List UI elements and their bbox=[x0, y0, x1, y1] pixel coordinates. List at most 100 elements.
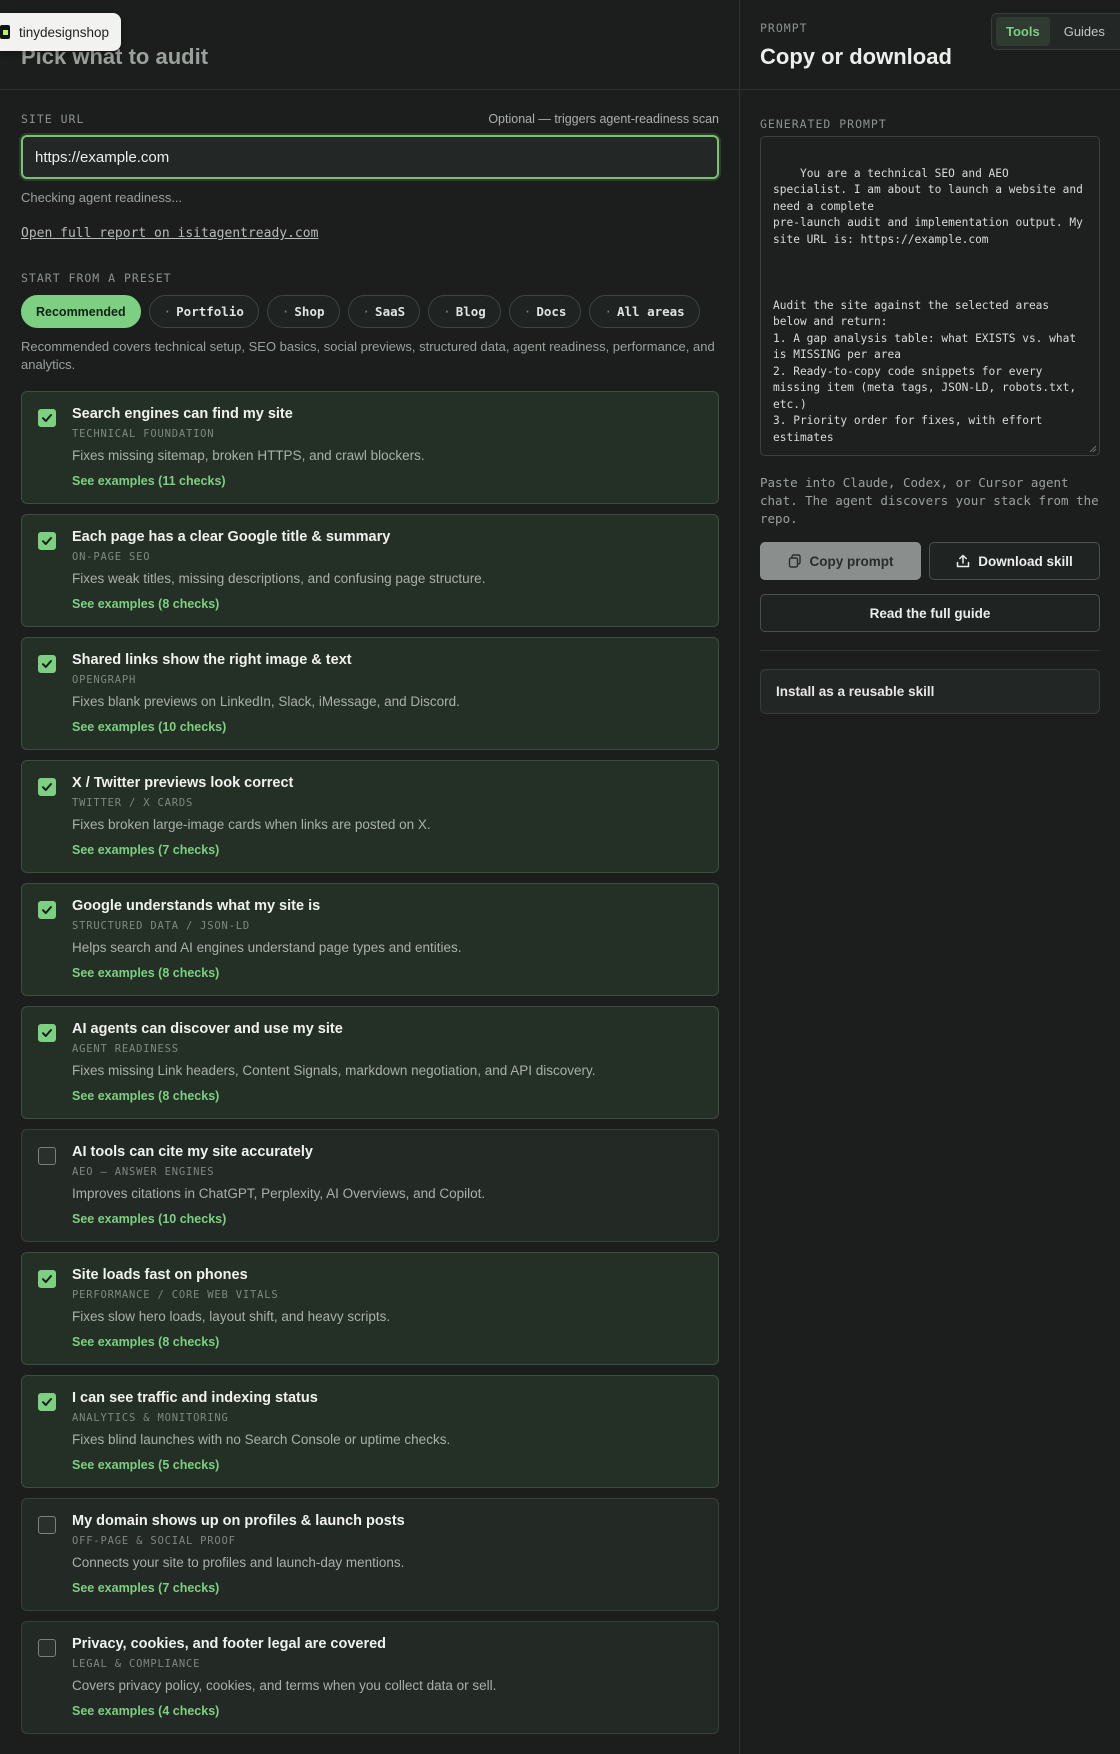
area-checkbox[interactable] bbox=[38, 409, 56, 427]
area-examples-link[interactable]: See examples (4 checks) bbox=[72, 1704, 219, 1718]
area-description: Connects your site to profiles and launc… bbox=[72, 1555, 405, 1570]
audit-area-card[interactable]: Each page has a clear Google title & sum… bbox=[21, 514, 719, 627]
full-report-link[interactable]: Open full report on isitagentready.com bbox=[21, 226, 318, 241]
area-category: AGENT READINESS bbox=[72, 1043, 179, 1055]
copy-prompt-button[interactable]: Copy prompt bbox=[760, 542, 921, 580]
site-url-label: SITE URL bbox=[21, 112, 85, 126]
preset-chip-label: Blog bbox=[455, 304, 486, 319]
preset-chip-all-areas[interactable]: · All areas bbox=[589, 295, 700, 328]
download-skill-label: Download skill bbox=[978, 553, 1073, 569]
area-description: Covers privacy policy, cookies, and term… bbox=[72, 1678, 497, 1693]
audit-area-card[interactable]: AI tools can cite my site accurately AEO … bbox=[21, 1129, 719, 1242]
area-title: AI tools can cite my site accurately bbox=[72, 1144, 313, 1160]
audit-area-card[interactable]: Privacy, cookies, and footer legal are c… bbox=[21, 1621, 719, 1734]
area-description: Helps search and AI engines understand p… bbox=[72, 940, 462, 955]
preset-chip-recommended[interactable]: Recommended bbox=[21, 295, 141, 328]
brand-chip[interactable]: tinydesignshop bbox=[0, 13, 121, 51]
area-checkbox[interactable] bbox=[38, 1024, 56, 1042]
preset-chip-shop[interactable]: · Shop bbox=[266, 295, 340, 328]
area-examples-link[interactable]: See examples (7 checks) bbox=[72, 843, 219, 857]
area-category: TECHNICAL FOUNDATION bbox=[72, 428, 215, 440]
area-checkbox[interactable] bbox=[38, 901, 56, 919]
preset-bullet: · bbox=[362, 304, 371, 319]
area-description: Fixes slow hero loads, layout shift, and… bbox=[72, 1309, 391, 1324]
area-examples-link[interactable]: See examples (8 checks) bbox=[72, 966, 219, 980]
area-checkbox[interactable] bbox=[38, 1147, 56, 1165]
area-checkbox[interactable] bbox=[38, 1270, 56, 1288]
site-url-input[interactable] bbox=[21, 135, 719, 179]
checkmark-icon bbox=[42, 414, 52, 422]
preset-bullet: · bbox=[163, 304, 172, 319]
prompt-title: Copy or download bbox=[760, 44, 952, 69]
area-title: I can see traffic and indexing status bbox=[72, 1390, 318, 1406]
preset-chip-label: SaaS bbox=[375, 304, 406, 319]
brand-logo-icon bbox=[0, 25, 10, 39]
area-title: Privacy, cookies, and footer legal are c… bbox=[72, 1636, 387, 1652]
area-category: AEO — ANSWER ENGINES bbox=[72, 1166, 215, 1178]
preset-chip-portfolio[interactable]: · Portfolio bbox=[148, 295, 259, 328]
audit-area-card[interactable]: Site loads fast on phones PERFORMANCE / C… bbox=[21, 1252, 719, 1365]
area-checkbox[interactable] bbox=[38, 1639, 56, 1657]
read-guide-label: Read the full guide bbox=[869, 605, 991, 621]
divider bbox=[760, 650, 1100, 651]
prompt-section-label: PROMPT bbox=[760, 21, 808, 35]
checkmark-icon bbox=[42, 1398, 52, 1406]
audit-panel: Pick what to audit SITE URL Optional — t… bbox=[0, 0, 740, 1754]
install-skill-label: Install as a reusable skill bbox=[776, 684, 935, 699]
area-description: Fixes blank previews on LinkedIn, Slack,… bbox=[72, 694, 460, 709]
audit-area-card[interactable]: Shared links show the right image & text… bbox=[21, 637, 719, 750]
checkmark-icon bbox=[42, 1029, 52, 1037]
audit-area-card[interactable]: Google understands what my site is STRUCT… bbox=[21, 883, 719, 996]
area-title: Site loads fast on phones bbox=[72, 1267, 248, 1283]
nav-tab-guides[interactable]: Guides bbox=[1054, 17, 1115, 46]
area-category: TWITTER / X CARDS bbox=[72, 797, 194, 809]
preset-bullet: · bbox=[523, 304, 532, 319]
audit-area-card[interactable]: X / Twitter previews look correct TWITTER… bbox=[21, 760, 719, 873]
preset-chip-docs[interactable]: · Docs bbox=[508, 295, 582, 328]
area-examples-link[interactable]: See examples (11 checks) bbox=[72, 474, 226, 488]
area-examples-link[interactable]: See examples (7 checks) bbox=[72, 1581, 219, 1595]
audit-area-card[interactable]: I can see traffic and indexing status ANA… bbox=[21, 1375, 719, 1488]
copy-prompt-label: Copy prompt bbox=[809, 553, 894, 569]
nav-tab-tools[interactable]: Tools bbox=[996, 17, 1050, 46]
area-checkbox[interactable] bbox=[38, 655, 56, 673]
area-description: Fixes missing Link headers, Content Sign… bbox=[72, 1063, 596, 1078]
area-examples-link[interactable]: See examples (10 checks) bbox=[72, 720, 226, 734]
area-checkbox[interactable] bbox=[38, 1393, 56, 1411]
area-checkbox[interactable] bbox=[38, 532, 56, 550]
checkmark-icon bbox=[42, 660, 52, 668]
site-url-hint: Optional — triggers agent-readiness scan bbox=[488, 112, 719, 126]
area-examples-link[interactable]: See examples (8 checks) bbox=[72, 1089, 219, 1103]
area-examples-link[interactable]: See examples (10 checks) bbox=[72, 1212, 226, 1226]
install-skill-accordion[interactable]: Install as a reusable skill bbox=[760, 669, 1100, 714]
audit-area-list: Search engines can find my site TECHNICAL… bbox=[21, 391, 719, 1734]
area-description: Fixes blind launches with no Search Cons… bbox=[72, 1432, 451, 1447]
area-category: STRUCTURED DATA / JSON-LD bbox=[72, 920, 251, 932]
checkmark-icon bbox=[42, 783, 52, 791]
generated-prompt-textarea[interactable]: You are a technical SEO and AEO speciali… bbox=[760, 136, 1100, 456]
audit-area-card[interactable]: My domain shows up on profiles & launch … bbox=[21, 1498, 719, 1611]
audit-area-card[interactable]: AI agents can discover and use my site AG… bbox=[21, 1006, 719, 1119]
preset-chip-label: Recommended bbox=[36, 304, 126, 319]
area-examples-link[interactable]: See examples (8 checks) bbox=[72, 597, 219, 611]
brand-name: tinydesignshop bbox=[19, 24, 110, 40]
download-skill-button[interactable]: Download skill bbox=[929, 542, 1100, 580]
area-checkbox[interactable] bbox=[38, 778, 56, 796]
resize-grip-icon[interactable] bbox=[1089, 445, 1097, 453]
audit-area-card[interactable]: Search engines can find my site TECHNICAL… bbox=[21, 391, 719, 504]
preset-chips: Recommended · Portfolio · Shop · SaaS · Blog · Doc… bbox=[21, 295, 719, 328]
area-examples-link[interactable]: See examples (8 checks) bbox=[72, 1335, 219, 1349]
preset-label: START FROM A PRESET bbox=[21, 271, 172, 285]
area-category: PERFORMANCE / CORE WEB VITALS bbox=[72, 1289, 279, 1301]
area-checkbox[interactable] bbox=[38, 1516, 56, 1534]
preset-description: Recommended covers technical setup, SEO … bbox=[21, 339, 715, 372]
area-title: Search engines can find my site bbox=[72, 406, 293, 422]
preset-chip-saas[interactable]: · SaaS bbox=[347, 295, 421, 328]
preset-chip-label: Shop bbox=[294, 304, 325, 319]
preset-chip-blog[interactable]: · Blog bbox=[428, 295, 501, 328]
read-guide-button[interactable]: Read the full guide bbox=[760, 594, 1100, 632]
area-description: Fixes missing sitemap, broken HTTPS, and… bbox=[72, 448, 425, 463]
checkmark-icon bbox=[42, 537, 52, 545]
area-examples-link[interactable]: See examples (5 checks) bbox=[72, 1458, 219, 1472]
prompt-panel: PROMPT Copy or download Tools Guides S G… bbox=[740, 0, 1120, 1754]
